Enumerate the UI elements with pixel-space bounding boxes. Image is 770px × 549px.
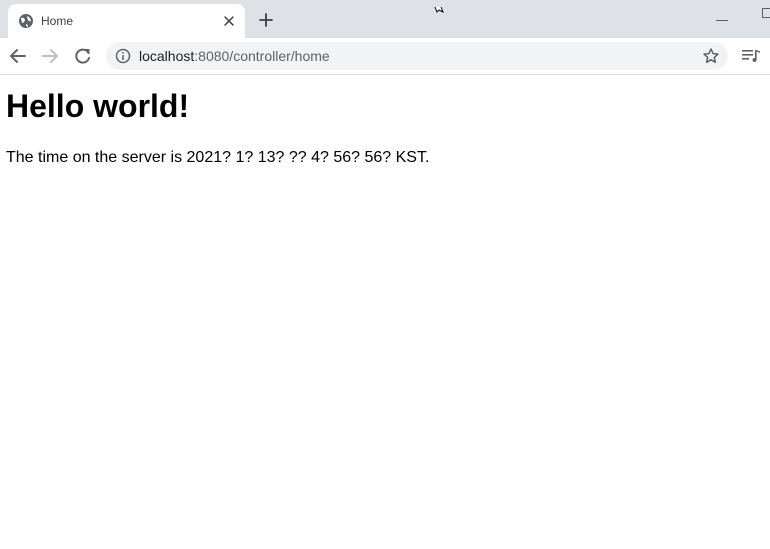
minimize-icon[interactable] bbox=[716, 9, 728, 21]
url-path: :8080/controller/home bbox=[194, 48, 330, 64]
address-bar[interactable]: localhost:8080/controller/home bbox=[106, 42, 728, 70]
tab-home[interactable]: Home bbox=[8, 4, 245, 38]
tab-strip: Home bbox=[0, 0, 770, 38]
url-host: localhost bbox=[139, 48, 195, 64]
back-arrow-icon[interactable] bbox=[8, 46, 28, 66]
page-heading: Hello world! bbox=[6, 88, 190, 124]
server-time-text: The time on the server is 2021? 1? 13? ?… bbox=[6, 149, 430, 166]
star-icon[interactable] bbox=[702, 47, 720, 65]
tab-title: Home bbox=[41, 14, 74, 28]
url-text[interactable]: localhost:8080/controller/home bbox=[139, 48, 330, 64]
maximize-icon[interactable] bbox=[762, 5, 770, 18]
page-content: Hello world! The time on the server is 2… bbox=[0, 75, 770, 549]
browser-toolbar: localhost:8080/controller/home bbox=[0, 38, 770, 75]
info-icon[interactable] bbox=[115, 48, 131, 64]
globe-icon bbox=[18, 13, 34, 29]
forward-arrow-icon[interactable] bbox=[40, 46, 60, 66]
close-icon[interactable] bbox=[221, 13, 237, 29]
mouse-cursor-icon bbox=[433, 0, 445, 14]
media-control-icon[interactable] bbox=[741, 46, 761, 66]
browser-window: Home localhost:8080/controller/home Hell… bbox=[0, 0, 770, 549]
new-tab-plus-icon[interactable] bbox=[257, 11, 275, 29]
reload-icon[interactable] bbox=[73, 46, 93, 66]
